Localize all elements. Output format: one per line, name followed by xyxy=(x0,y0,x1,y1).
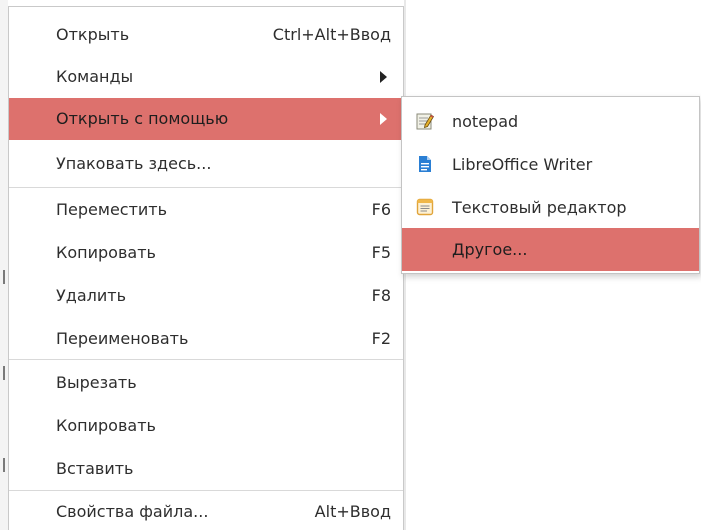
submenu-item-text-editor[interactable]: Текстовый редактор xyxy=(402,186,699,229)
screen: Открыть Ctrl+Alt+Ввод Команды Открыть с … xyxy=(0,0,701,530)
menu-item-paste[interactable]: Вставить xyxy=(9,448,403,490)
submenu-item-notepad[interactable]: notepad xyxy=(402,100,699,143)
menu-item-label: Вставить xyxy=(56,459,134,478)
text-editor-icon xyxy=(416,198,434,216)
menu-item-label: Переименовать xyxy=(56,329,189,348)
background-window-edge xyxy=(0,0,8,530)
chevron-right-icon xyxy=(380,71,387,83)
menu-item-shortcut: Ctrl+Alt+Ввод xyxy=(272,25,391,44)
submenu-item-label: Текстовый редактор xyxy=(452,198,627,217)
background-tick xyxy=(3,270,5,284)
menu-item-open-with[interactable]: Открыть с помощью xyxy=(9,98,403,140)
menu-item-file-properties[interactable]: Свойства файла... Alt+Ввод xyxy=(9,491,403,530)
menu-item-label: Свойства файла... xyxy=(56,502,209,521)
menu-item-shortcut: Alt+Ввод xyxy=(314,502,391,521)
menu-item-rename[interactable]: Переименовать F2 xyxy=(9,318,403,360)
menu-separator xyxy=(9,359,403,360)
submenu-item-libreoffice-writer[interactable]: LibreOffice Writer xyxy=(402,143,699,186)
libreoffice-writer-icon xyxy=(419,156,431,172)
menu-item-label: Копировать xyxy=(56,416,156,435)
menu-item-cut[interactable]: Вырезать xyxy=(9,362,403,404)
menu-item-label: Команды xyxy=(56,67,134,86)
menu-item-label: Переместить xyxy=(56,200,168,219)
menu-item-open[interactable]: Открыть Ctrl+Alt+Ввод xyxy=(9,14,403,56)
notepad-icon xyxy=(416,113,434,130)
menu-item-shortcut: F8 xyxy=(371,286,391,305)
submenu-item-other[interactable]: Другое... xyxy=(402,228,699,271)
menu-item-copy-to[interactable]: Копировать F5 xyxy=(9,232,403,274)
menu-item-label: Вырезать xyxy=(56,373,137,392)
menu-item-label: Упаковать здесь... xyxy=(56,154,212,173)
background-tick xyxy=(3,366,5,380)
menu-item-copy[interactable]: Копировать xyxy=(9,405,403,447)
menu-item-commands[interactable]: Команды xyxy=(9,56,403,98)
menu-item-delete[interactable]: Удалить F8 xyxy=(9,275,403,317)
submenu-item-label: Другое... xyxy=(452,240,528,259)
menu-item-pack-here[interactable]: Упаковать здесь... xyxy=(9,143,403,185)
submenu-item-label: LibreOffice Writer xyxy=(452,155,593,174)
open-with-submenu: notepad LibreOffice Writer Текстовый ред… xyxy=(401,96,700,274)
menu-item-shortcut: F6 xyxy=(371,200,391,219)
menu-item-move[interactable]: Переместить F6 xyxy=(9,189,403,231)
menu-item-label: Копировать xyxy=(56,243,156,262)
submenu-item-label: notepad xyxy=(452,112,519,131)
menu-item-shortcut: F5 xyxy=(371,243,391,262)
menu-item-label: Открыть с помощью xyxy=(56,109,229,128)
chevron-right-icon xyxy=(380,113,387,125)
menu-item-shortcut: F2 xyxy=(371,329,391,348)
context-menu: Открыть Ctrl+Alt+Ввод Команды Открыть с … xyxy=(8,6,404,530)
menu-item-label: Удалить xyxy=(56,286,126,305)
menu-separator xyxy=(9,187,403,188)
background-tick xyxy=(3,458,5,472)
menu-item-label: Открыть xyxy=(56,25,130,44)
